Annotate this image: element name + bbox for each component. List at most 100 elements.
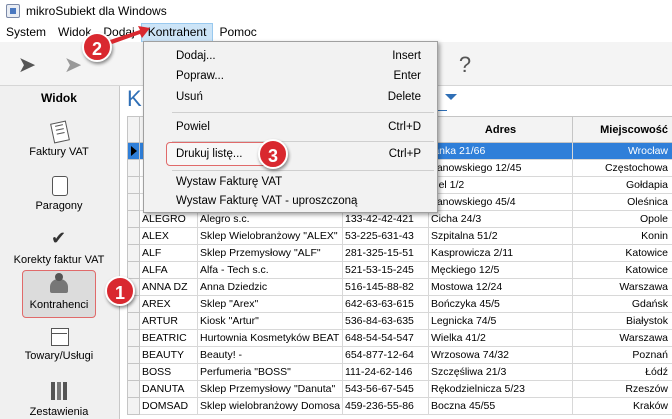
table-cell: Warszawa <box>572 329 672 347</box>
menu-system[interactable]: System <box>0 22 52 42</box>
current-row-icon <box>130 146 137 156</box>
row-indicator <box>127 261 140 279</box>
sidebar-item-faktury-vat[interactable]: Faktury VAT <box>0 118 118 166</box>
table-row[interactable]: BEATRIC Hurtownia Kosmetyków BEAT 648-54-5… <box>127 329 672 347</box>
menu-item-popraw[interactable]: Popraw... Enter <box>144 67 437 88</box>
table-cell: 53-225-631-43 <box>342 227 429 245</box>
step-badge-1: 1 <box>105 276 135 306</box>
sidebar-item-towary[interactable]: Towary/Usługi <box>0 322 118 370</box>
menu-item-label: Wystaw Fakturę VAT <box>176 176 283 188</box>
column-header-adres[interactable]: Adres <box>428 116 573 143</box>
table-cell: 111-24-62-146 <box>342 363 429 381</box>
goods-icon <box>46 324 72 348</box>
table-row[interactable]: BOSS Perfumeria "BOSS" 111-24-62-146 Szczęś… <box>127 363 672 381</box>
menu-item-label: Powiel <box>176 121 210 133</box>
pointer-arrow-2 <box>110 26 150 44</box>
table-cell: Opole <box>572 210 672 228</box>
sidebar-heading: Widok <box>41 91 77 105</box>
table-cell: Warszawa <box>572 278 672 296</box>
table-cell: Alfa - Tech s.c. <box>197 261 343 279</box>
table-cell: Łódź <box>572 363 672 381</box>
table-cell: Wrocław <box>572 142 672 160</box>
menu-item-usun[interactable]: Usuń Delete <box>144 88 437 109</box>
table-row[interactable]: ALEGRO Alegro s.c. 133-42-42-421 Cicha 24/3… <box>127 210 672 228</box>
menu-separator <box>172 112 434 113</box>
table-cell: Wrzosowa 74/32 <box>428 346 573 364</box>
table-cell: ANNA DZ <box>139 278 198 296</box>
sidebar: Widok Faktury VAT Paragony Korekty faktu… <box>0 86 120 419</box>
app-icon <box>6 4 20 18</box>
menu-item-shortcut: Enter <box>393 70 422 82</box>
table-row[interactable]: ALFA Alfa - Tech s.c. 521-53-15-245 Męckieg… <box>127 261 672 279</box>
table-cell: nanowskiego 12/45 <box>428 159 573 177</box>
sidebar-item-label: Kontrahenci <box>29 299 89 311</box>
table-cell: Cicha 24/3 <box>428 210 573 228</box>
correction-icon <box>46 228 72 252</box>
table-cell: Legnicka 74/5 <box>428 312 573 330</box>
row-indicator <box>127 159 140 177</box>
table-row[interactable]: BEAUTY Beauty! -654-877-12-64 Wrzosowa 74/… <box>127 346 672 364</box>
view-heading: K <box>127 86 142 111</box>
row-indicator <box>127 244 140 262</box>
menu-separator <box>172 170 434 171</box>
help-icon[interactable]: ? <box>450 50 480 80</box>
sidebar-item-label: Faktury VAT <box>29 146 89 158</box>
menu-item-shortcut: Insert <box>392 50 421 62</box>
sidebar-item-zestawienia[interactable]: Zestawienia <box>0 378 118 419</box>
table-row[interactable]: AREX Sklep "Arex" 642-63-63-615 Bończyka 45… <box>127 295 672 313</box>
column-header-miejscowosc[interactable]: Miejscowość <box>572 116 672 143</box>
send-icon[interactable]: ➤ <box>12 50 42 80</box>
step-badge-2: 2 <box>82 32 112 62</box>
table-cell: Anna Dziedzic <box>197 278 343 296</box>
table-cell: lanka 21/66 <box>428 142 573 160</box>
table-cell: Gołdapia <box>572 176 672 194</box>
table-cell: Mostowa 12/24 <box>428 278 573 296</box>
table-cell: Sklep Przemysłowy "ALF" <box>197 244 343 262</box>
table-cell: Wielka 41/2 <box>428 329 573 347</box>
sidebar-item-korekty[interactable]: Korekty faktur VAT <box>0 226 118 274</box>
menu-item-dodaj[interactable]: Dodaj... Insert <box>144 47 437 68</box>
table-cell: Sklep Wielobranżowy "ALEX" <box>197 227 343 245</box>
table-cell: Sklep Przemysłowy "Danuta" <box>197 380 343 398</box>
table-cell: Częstochowa <box>572 159 672 177</box>
table-cell: 642-63-63-615 <box>342 295 429 313</box>
table-cell: Męckiego 12/5 <box>428 261 573 279</box>
table-row[interactable]: DANUTA Sklep Przemysłowy "Danuta" 543-56-6… <box>127 380 672 398</box>
menu-kontrahent[interactable]: Kontrahent <box>140 22 214 42</box>
menu-item-shortcut: Ctrl+P <box>388 148 421 160</box>
table-row[interactable]: ALF Sklep Przemysłowy "ALF" 281-325-15-51 K… <box>127 244 672 262</box>
menu-item-label: Dodaj... <box>176 50 216 62</box>
table-cell: nanowskiego 45/4 <box>428 193 573 211</box>
table-cell: Szczęśliwa 21/3 <box>428 363 573 381</box>
reports-icon <box>46 380 72 404</box>
table-cell: 459-236-55-86 <box>342 397 429 415</box>
row-indicator <box>127 227 140 245</box>
table-cell: ALFA <box>139 261 198 279</box>
menu-pomoc[interactable]: Pomoc <box>213 22 262 42</box>
menu-item-shortcut: Delete <box>387 91 421 103</box>
table-cell: Rękodzielnicza 5/23 <box>428 380 573 398</box>
table-row[interactable]: ALEX Sklep Wielobranżowy "ALEX" 53-225-631… <box>127 227 672 245</box>
table-row[interactable]: ANNA DZ Anna Dziedzic 516-145-88-82 Mostowa… <box>127 278 672 296</box>
table-cell: Bończyka 45/5 <box>428 295 573 313</box>
kontrahent-menu-dropdown: Dodaj... Insert Popraw... Enter Usuń Del… <box>143 41 438 213</box>
table-cell: BOSS <box>139 363 198 381</box>
chevron-down-icon[interactable] <box>445 94 457 100</box>
row-indicator <box>127 312 140 330</box>
menu-item-wystaw-fakture[interactable]: Wystaw Fakturę VAT <box>144 173 437 194</box>
sidebar-item-kontrahenci[interactable]: Kontrahenci <box>22 270 96 318</box>
sidebar-item-label: Towary/Usługi <box>24 350 94 362</box>
menu-item-powiel[interactable]: Powiel Ctrl+D <box>144 118 437 139</box>
sidebar-item-paragony[interactable]: Paragony <box>0 172 118 220</box>
table-cell: 648-54-54-547 <box>342 329 429 347</box>
row-indicator <box>127 380 140 398</box>
table-row[interactable]: DOMSAD Sklep wielobranżowy Domosa 459-236-… <box>127 397 672 415</box>
table-row[interactable]: ARTUR Kiosk "Artur" 536-84-63-635 Legnicka … <box>127 312 672 330</box>
table-cell: ALEX <box>139 227 198 245</box>
table-cell: 536-84-63-635 <box>342 312 429 330</box>
row-indicator <box>127 397 140 415</box>
row-indicator <box>127 176 140 194</box>
window-title: mikroSubiekt dla Windows <box>26 4 167 18</box>
menu-item-wystaw-fakture-uproszczona[interactable]: Wystaw Fakturę VAT - uproszczoną <box>144 192 437 213</box>
row-indicator <box>127 329 140 347</box>
